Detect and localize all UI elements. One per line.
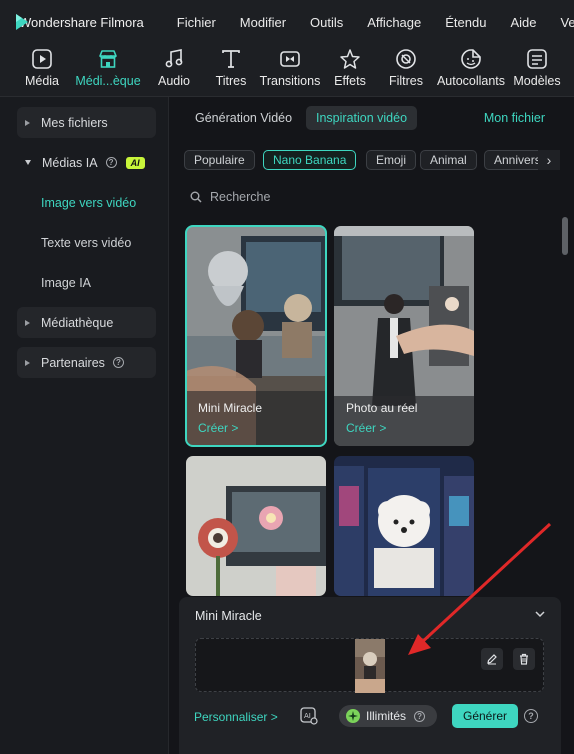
toolbar-media-label: Média (24, 74, 60, 88)
chip-nano-banana[interactable]: Nano Banana (263, 150, 357, 170)
toolbar-filters-button[interactable]: Filtres (388, 48, 424, 94)
chip-populaire[interactable]: Populaire (184, 150, 255, 170)
store-icon (99, 50, 117, 68)
toolbar-effects-button[interactable]: Effets (333, 48, 367, 94)
template-card-photo-au-reel[interactable]: Photo au réel Créer > (334, 226, 474, 446)
toolbar-store-label: Médi...èque (75, 74, 141, 88)
toolbar-stickers-button[interactable]: Autocollants (436, 48, 506, 94)
uploaded-image-thumbnail (355, 639, 385, 693)
toolbar-transitions-button[interactable]: Transitions (260, 48, 320, 94)
svg-text:AI: AI (304, 712, 311, 720)
card-title: Mini Miracle (198, 401, 263, 415)
template-icon (527, 49, 547, 69)
ai-badge: AI (125, 156, 145, 169)
panel-title: Mini Miracle (195, 609, 262, 623)
text-t-icon (222, 50, 240, 68)
transition-icon (280, 51, 300, 67)
generation-panel: Mini Miracle Personnaliser > AI Illimité… (179, 597, 561, 754)
credit-icon (346, 709, 360, 723)
menu-outils[interactable]: Outils (310, 15, 343, 30)
toolbar-transitions-label: Transitions (259, 74, 321, 88)
caret-right-icon (25, 119, 30, 126)
toolbar-media-button[interactable]: Média (24, 48, 60, 94)
chip-animal[interactable]: Animal (420, 150, 477, 170)
image-dropzone[interactable] (195, 638, 544, 693)
card-thumbnail-image (186, 456, 326, 596)
sidebar-item-image-vers-video[interactable]: Image vers vidéo (41, 196, 136, 210)
sidebar-item-mediatheque[interactable]: Médiathèque (17, 307, 156, 338)
sidebar-item-label: Mes fichiers (41, 115, 108, 130)
chevron-down-icon[interactable] (535, 610, 545, 618)
sparkle-star-icon (340, 49, 360, 69)
caret-down-icon (25, 160, 31, 165)
sidebar-item-label: Partenaires (41, 355, 105, 370)
sidebar-item-texte-vers-video[interactable]: Texte vers vidéo (41, 236, 131, 250)
toolbar-audio-label: Audio (158, 74, 190, 88)
sticker-icon (461, 49, 481, 69)
card-thumbnail-image (334, 456, 474, 596)
music-note-icon (165, 49, 183, 68)
toolbar-filters-label: Filtres (388, 74, 424, 88)
title-bar: Wondershare Filmora Fichier Modifier Out… (0, 0, 574, 44)
chip-emoji[interactable]: Emoji (366, 150, 417, 170)
toolbar-titles-label: Titres (215, 74, 247, 88)
card-create-link[interactable]: Créer > (198, 421, 238, 435)
app-title: Wondershare Filmora (19, 14, 144, 30)
menu-fichier[interactable]: Fichier (177, 15, 216, 30)
category-chips: Populaire Nano Banana Emoji Animal Anniv… (184, 150, 554, 172)
tab-generation-video[interactable]: Génération Vidéo (185, 106, 302, 130)
ai-prompt-icon[interactable]: AI (300, 707, 318, 725)
sidebar-item-partenaires[interactable]: Partenaires ? (17, 347, 156, 378)
tab-bar: Génération Vidéo Inspiration vidéo Mon f… (170, 97, 574, 139)
my-file-link[interactable]: Mon fichier (484, 111, 545, 125)
menu-bar: Fichier Modifier Outils Affichage Étendu… (177, 15, 574, 30)
main-toolbar: Média Médi...èque Audio Titres Transitio… (0, 44, 574, 96)
chevron-right-icon[interactable]: › (538, 150, 560, 170)
toolbar-audio-button[interactable]: Audio (155, 48, 193, 94)
trash-icon (520, 653, 528, 665)
edit-button[interactable] (481, 648, 503, 670)
template-card-dog-city[interactable] (334, 456, 474, 596)
sidebar-item-label: Médiathèque (41, 315, 114, 330)
filter-icon (396, 49, 416, 69)
search-field[interactable]: Recherche (190, 190, 270, 204)
caret-right-icon (25, 359, 30, 366)
delete-button[interactable] (513, 648, 535, 670)
credits-label: Illimités (366, 709, 407, 723)
toolbar-templates-label: Modèles (513, 74, 561, 88)
personalize-link[interactable]: Personnaliser > (194, 710, 278, 724)
generate-button[interactable]: Générer (452, 704, 518, 728)
tab-inspiration-video[interactable]: Inspiration vidéo (306, 106, 418, 130)
sidebar-item-label: Médias IA (42, 155, 98, 170)
template-card-mini-miracle[interactable]: Mini Miracle Créer > (185, 225, 327, 447)
toolbar-store-button[interactable]: Médi...èque (74, 48, 142, 94)
toolbar-titles-button[interactable]: Titres (212, 48, 250, 94)
media-icon (32, 49, 52, 69)
toolbar-templates-button[interactable]: Modèles (512, 48, 562, 94)
toolbar-stickers-label: Autocollants (436, 74, 506, 88)
sidebar-item-image-ia[interactable]: Image IA (41, 276, 91, 290)
search-icon (190, 191, 202, 203)
sidebar-item-mes-fichiers[interactable]: Mes fichiers (17, 107, 156, 138)
help-icon[interactable]: ? (112, 357, 124, 368)
help-icon[interactable]: ? (414, 710, 426, 722)
search-input[interactable]: Recherche (210, 190, 270, 204)
sidebar-item-medias-ia[interactable]: Médias IA ? AI (17, 147, 156, 178)
menu-modifier[interactable]: Modifier (240, 15, 286, 30)
help-icon[interactable]: ? (524, 709, 538, 723)
menu-vers[interactable]: Vers (560, 15, 574, 30)
content-scrollbar[interactable] (562, 217, 568, 255)
menu-affichage[interactable]: Affichage (367, 15, 421, 30)
credits-pill[interactable]: Illimités ? (339, 705, 437, 727)
toolbar-effects-label: Effets (334, 74, 366, 88)
card-create-link[interactable]: Créer > (346, 421, 386, 435)
caret-right-icon (25, 319, 30, 326)
template-card-flower-eye[interactable] (186, 456, 326, 596)
pencil-icon (487, 654, 497, 665)
help-icon[interactable]: ? (105, 157, 117, 168)
menu-etendu[interactable]: Étendu (445, 15, 486, 30)
card-title: Photo au réel (346, 401, 418, 415)
menu-aide[interactable]: Aide (510, 15, 536, 30)
sidebar: Mes fichiers Médias IA ? AI Image vers v… (0, 97, 169, 754)
